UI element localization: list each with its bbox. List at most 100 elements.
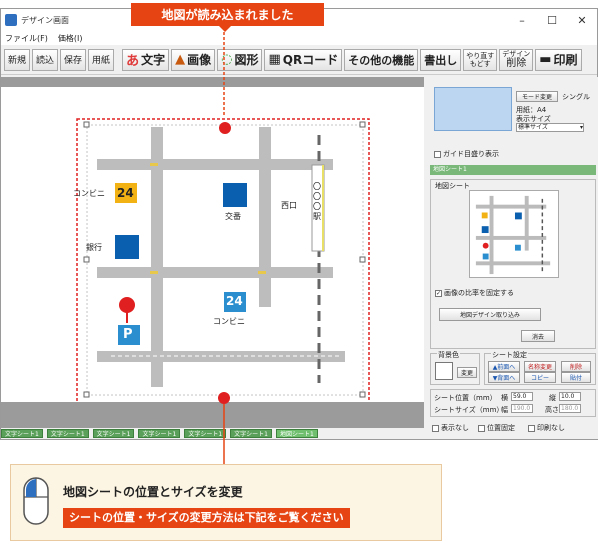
bg-color-group: 背景色 変更 <box>430 350 480 385</box>
print-button-label: 印刷 <box>553 53 578 67</box>
image-icon: ▲ <box>175 52 186 67</box>
h-input[interactable]: 180.0 <box>559 404 581 413</box>
h-label: 高さ <box>545 406 559 414</box>
size-label: シートサイズ（mm） <box>434 406 504 414</box>
export-button[interactable]: 書出し <box>420 48 462 71</box>
tab-text-sheet[interactable]: 文字シート1 <box>1 429 43 438</box>
map-label-convenience-2: コンビニ <box>213 317 245 326</box>
qr-icon: ▦ <box>268 52 281 67</box>
text-button[interactable]: あ文字 <box>122 48 170 71</box>
image-button[interactable]: ▲ 画像 <box>171 48 216 71</box>
position-label: シート位置（mm） <box>434 394 497 402</box>
menu-file[interactable]: ファイル(F) <box>5 33 48 44</box>
w-input[interactable]: 190.0 <box>511 404 533 413</box>
paste-button[interactable]: 貼付 <box>561 372 591 383</box>
rename-button[interactable]: 名称変更 <box>524 361 556 372</box>
sheet-settings-group: シート設定 ▲前面へ ▼背面へ 名称変更 コピー 削除 貼付 <box>484 350 596 385</box>
qr-button[interactable]: ▦ QRコード <box>264 48 343 71</box>
send-back-button[interactable]: ▼背面へ <box>488 372 520 383</box>
qr-button-label: QRコード <box>282 53 339 67</box>
print-button[interactable]: ▬ 印刷 <box>535 48 582 71</box>
window-title: デザイン画面 <box>21 15 69 25</box>
no-print-checkbox[interactable]: 印刷なし <box>528 423 565 433</box>
maximize-icon[interactable]: ☐ <box>537 14 567 27</box>
map-sheet[interactable] <box>1 87 424 402</box>
redo-label: やり直す <box>466 51 495 60</box>
copy-button[interactable]: コピー <box>524 372 556 383</box>
bring-front-button[interactable]: ▲前面へ <box>488 361 520 372</box>
menu-bar: ファイル(F) 価格(I) <box>1 31 597 45</box>
design-canvas[interactable]: コンビニ 24 交番 銀行 西口 〇〇〇駅 24 コンビニ P <box>1 87 424 402</box>
map-sheet-header: 地図シート1 <box>430 165 596 175</box>
import-map-button[interactable]: 地図デザイン取り込み <box>439 308 541 321</box>
bottom-callout-title: 地図シートの位置とサイズを変更 <box>63 485 243 499</box>
position-size-group: シート位置（mm） 横 59.0 縦 10.0 シートサイズ（mm） 幅 190… <box>430 389 596 417</box>
image-button-label: 画像 <box>187 53 212 67</box>
y-label: 縦 <box>549 394 556 402</box>
map-thumbnail <box>469 190 559 278</box>
undo-label: もどす <box>469 59 491 68</box>
delete-design-button[interactable]: デザイン 削除 <box>499 48 534 71</box>
sheet-settings-label: シート設定 <box>491 350 528 360</box>
shape-icon: ◌ <box>221 52 233 67</box>
lock-label: 位置固定 <box>487 424 515 432</box>
map-label-station: 〇〇〇駅 <box>313 182 321 221</box>
text-icon: あ <box>126 54 140 69</box>
work-area: コンビニ 24 交番 銀行 西口 〇〇〇駅 24 コンビニ P <box>1 77 424 428</box>
toolbar: 新規 読込 保存 用紙 あ文字 ▲ 画像 ◌ 図形 ▦ QRコード その他の機能 書出… <box>1 45 597 75</box>
tab-text-sheet[interactable]: 文字シート1 <box>138 429 181 438</box>
shape-button[interactable]: ◌ 図形 <box>217 48 263 71</box>
tab-text-sheet[interactable]: 文字シート1 <box>230 429 272 438</box>
keep-ratio-label: 画像の比率を固定する <box>444 289 514 297</box>
side-panel: モード変更 シングル 用紙：A4 表示サイズ 標準サイズ ▾ ガイド目盛り表示 地… <box>428 77 598 439</box>
map-label-west-exit: 西口 <box>281 201 297 210</box>
other-functions-button[interactable]: その他の機能 <box>344 48 419 71</box>
display-size-value: 標準サイズ <box>518 124 548 131</box>
close-icon[interactable]: ✕ <box>567 14 597 27</box>
text-button-label: 文字 <box>141 53 166 67</box>
map-label-convenience-1: コンビニ <box>73 189 105 198</box>
map-label-convenience-1-num: 24 <box>117 186 134 200</box>
open-button[interactable]: 読込 <box>32 48 59 71</box>
mouse-icon <box>23 477 49 525</box>
app-icon <box>5 14 17 26</box>
map-sheet-group: 地図シート ✓ 画像の比率を固定する 地図デザイン取り込み 消去 <box>430 179 596 349</box>
tab-text-sheet[interactable]: 文字シート1 <box>92 429 135 438</box>
keep-ratio-checkbox[interactable]: ✓ 画像の比率を固定する <box>435 288 514 298</box>
no-print-label: 印刷なし <box>537 424 565 432</box>
bottom-callout: 地図シートの位置とサイズを変更 シートの位置・サイズの変更方法は下記をご覧くださ… <box>10 464 442 541</box>
mode-change-button[interactable]: モード変更 <box>516 91 558 102</box>
paper-preview <box>434 87 512 131</box>
bg-change-button[interactable]: 変更 <box>457 367 477 378</box>
hide-label: 表示なし <box>441 424 469 432</box>
save-button[interactable]: 保存 <box>60 48 87 71</box>
tab-text-sheet[interactable]: 文字シート1 <box>46 429 89 438</box>
minimize-icon[interactable]: – <box>507 14 537 27</box>
x-input[interactable]: 59.0 <box>511 392 533 401</box>
app-window: デザイン画面 – ☐ ✕ ファイル(F) 価格(I) 新規 読込 保存 用紙 あ… <box>0 8 598 440</box>
redo-button[interactable]: やり直す もどす <box>463 48 498 71</box>
erase-button[interactable]: 消去 <box>521 330 555 342</box>
tab-map-sheet[interactable]: 地図シート1 <box>275 429 318 438</box>
lock-position-checkbox[interactable]: 位置固定 <box>478 423 515 433</box>
y-input[interactable]: 10.0 <box>559 392 581 401</box>
paper-button[interactable]: 用紙 <box>88 48 115 71</box>
map-label-parking: P <box>123 327 133 342</box>
new-button[interactable]: 新規 <box>4 48 31 71</box>
delete-sheet-button[interactable]: 削除 <box>561 361 591 372</box>
map-label-koban: 交番 <box>225 212 241 221</box>
bg-color-swatch[interactable] <box>435 362 453 380</box>
tab-text-sheet[interactable]: 文字シート1 <box>184 429 227 438</box>
guide-label: ガイド目盛り表示 <box>443 150 499 158</box>
map-sheet-group-label: 地図シート <box>435 182 470 190</box>
shape-button-label: 図形 <box>234 53 259 67</box>
bank-icon <box>115 235 139 259</box>
mode-value: シングル <box>562 93 590 101</box>
hide-checkbox[interactable]: 表示なし <box>432 423 469 433</box>
display-size-select[interactable]: 標準サイズ ▾ <box>516 123 584 132</box>
w-label: 幅 <box>501 406 508 414</box>
menu-price[interactable]: 価格(I) <box>58 33 83 44</box>
delete-design-bottom: 削除 <box>506 58 527 69</box>
top-marker <box>219 122 231 134</box>
guide-checkbox[interactable]: ガイド目盛り表示 <box>434 149 499 159</box>
